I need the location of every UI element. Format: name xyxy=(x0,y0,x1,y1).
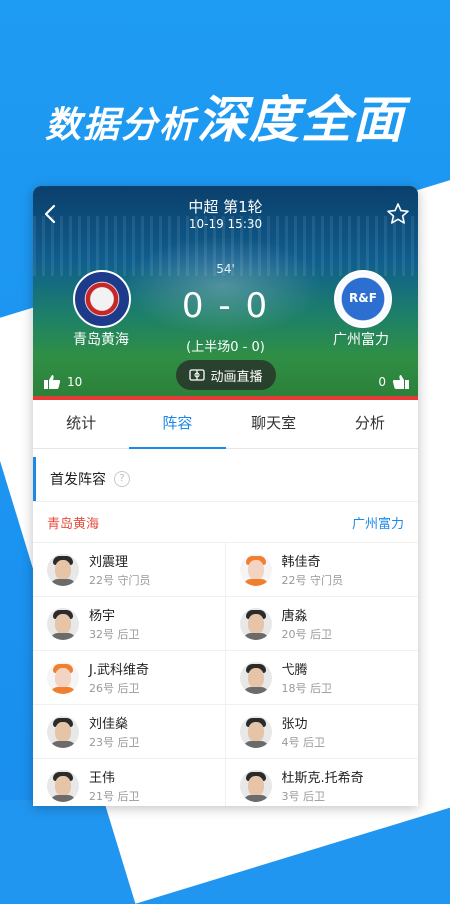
player-avatar xyxy=(47,715,79,748)
player-cell-away[interactable]: 弋腾 18号 后卫 xyxy=(225,651,418,705)
thumbs-up-icon xyxy=(392,375,409,389)
player-avatar xyxy=(239,769,272,802)
player-position: 26号 后卫 xyxy=(89,682,140,695)
player-cell-home[interactable]: 杨宇 32号 后卫 xyxy=(33,597,226,651)
player-avatar-placeholder xyxy=(239,553,272,586)
home-like[interactable]: 10 xyxy=(43,374,82,390)
player-name: 韩佳奇 xyxy=(281,555,321,570)
thumbs-up-icon xyxy=(44,375,61,389)
player-name: 张功 xyxy=(281,717,308,732)
player-avatar xyxy=(47,553,79,586)
player-avatar xyxy=(47,769,79,802)
player-avatar xyxy=(239,607,272,640)
player-position: 32号 后卫 xyxy=(89,628,140,641)
player-position: 22号 守门员 xyxy=(281,574,344,587)
player-name: 刘震理 xyxy=(89,555,129,570)
player-position: 21号 后卫 xyxy=(89,790,140,803)
lineup-section-header: 首发阵容 ? xyxy=(33,457,418,501)
away-like[interactable]: 0 xyxy=(378,374,410,390)
help-icon[interactable]: ? xyxy=(114,471,130,487)
player-cell-away[interactable]: 韩佳奇 22号 守门员 xyxy=(225,543,418,597)
away-like-count: 0 xyxy=(378,375,386,389)
player-cell-home[interactable]: 刘震理 22号 守门员 xyxy=(33,543,226,597)
phone-screen: 中超 第1轮 10-19 15:30 R&F 54' 0 - 0 (上半场0 -… xyxy=(33,186,418,806)
player-name: 唐淼 xyxy=(281,609,308,624)
lineup-home-team: 青岛黄海 xyxy=(47,516,100,532)
tab-stats[interactable]: 统计 xyxy=(33,400,129,448)
away-team-name[interactable]: 广州富力 xyxy=(315,329,407,349)
match-header: 中超 第1轮 10-19 15:30 R&F 54' 0 - 0 (上半场0 -… xyxy=(33,186,418,400)
live-animation-label: 动画直播 xyxy=(210,369,263,385)
player-cell-home[interactable]: J.武科维奇 26号 后卫 xyxy=(33,651,226,705)
player-position: 3号 后卫 xyxy=(281,790,326,803)
lineup-grid: 刘震理 22号 守门员 韩佳奇 22号 守门员 杨宇 32号 后卫 唐淼 20号 后卫 … xyxy=(33,543,418,806)
player-avatar xyxy=(47,607,79,640)
player-avatar xyxy=(239,715,272,748)
player-cell-home[interactable]: 刘佳燊 23号 后卫 xyxy=(33,705,226,759)
player-name: 王伟 xyxy=(89,771,116,786)
pitch-icon xyxy=(189,369,206,381)
tab-lineup[interactable]: 阵容 xyxy=(129,400,226,449)
lineup-teams-row: 青岛黄海 广州富力 xyxy=(33,501,418,543)
lineup-away-team: 广州富力 xyxy=(351,516,404,532)
match-datetime: 10-19 15:30 xyxy=(188,217,263,231)
player-cell-away[interactable]: 唐淼 20号 后卫 xyxy=(225,597,418,651)
lineup-title: 首发阵容 xyxy=(50,472,106,488)
player-cell-away[interactable]: 杜斯克.托希奇 3号 后卫 xyxy=(226,759,419,806)
promo-text-big: 深度全面 xyxy=(197,91,405,149)
promo-headline: 数据分析深度全面 xyxy=(0,80,450,152)
match-minute: 54' xyxy=(216,262,235,276)
player-name: J.武科维奇 xyxy=(89,663,149,678)
player-position: 18号 后卫 xyxy=(281,682,333,695)
player-avatar-placeholder xyxy=(47,661,79,694)
player-cell-home[interactable]: 王伟 21号 后卫 xyxy=(33,759,226,806)
player-position: 23号 后卫 xyxy=(89,736,140,749)
player-position: 4号 后卫 xyxy=(281,736,326,749)
tab-chat[interactable]: 聊天室 xyxy=(226,400,322,448)
player-name: 杜斯克.托希奇 xyxy=(281,771,364,786)
match-score: 0 - 0 xyxy=(181,286,270,326)
promo-text-small: 数据分析 xyxy=(44,105,197,146)
player-cell-away[interactable]: 张功 4号 后卫 xyxy=(225,705,418,759)
tab-analysis[interactable]: 分析 xyxy=(322,400,418,448)
live-animation-button[interactable]: 动画直播 xyxy=(176,360,276,390)
player-avatar xyxy=(239,661,272,694)
tab-bar: 统计 阵容 聊天室 分析 xyxy=(33,400,418,449)
player-position: 20号 后卫 xyxy=(281,628,333,641)
player-name: 弋腾 xyxy=(281,663,308,678)
player-name: 刘佳燊 xyxy=(89,717,129,732)
player-position: 22号 守门员 xyxy=(89,574,151,587)
home-like-count: 10 xyxy=(67,375,83,389)
league-round: 中超 第1轮 xyxy=(188,198,263,216)
home-team-name[interactable]: 青岛黄海 xyxy=(55,329,147,349)
player-name: 杨宇 xyxy=(89,609,116,624)
